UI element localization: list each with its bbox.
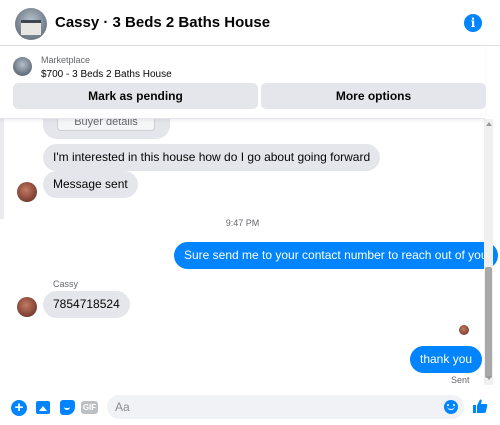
scroll-down-arrow-icon[interactable] bbox=[486, 376, 492, 380]
chat-header: Cassy · 3 Beds 2 Baths House i bbox=[0, 0, 500, 46]
emoji-icon[interactable] bbox=[444, 400, 458, 414]
scrollbar-thumb[interactable] bbox=[485, 267, 492, 378]
marketplace-label: Marketplace bbox=[41, 55, 91, 65]
contact-avatar[interactable] bbox=[15, 8, 47, 40]
buyer-details-card[interactable]: Buyer details bbox=[57, 119, 155, 131]
outgoing-message: Sure send me to your contact number to r… bbox=[174, 242, 498, 269]
delivery-status: Sent bbox=[451, 375, 470, 385]
listing-title[interactable]: $700 - 3 Beds 2 Baths House bbox=[41, 69, 172, 80]
like-icon[interactable] bbox=[472, 398, 488, 414]
sender-name: Cassy bbox=[53, 279, 79, 289]
photo-icon[interactable] bbox=[36, 401, 50, 414]
marketplace-listing-card: Marketplace $700 - 3 Beds 2 Baths House … bbox=[0, 46, 486, 119]
gif-icon[interactable]: GIF bbox=[81, 401, 98, 414]
message-input[interactable] bbox=[107, 395, 464, 419]
outgoing-message: thank you bbox=[410, 346, 483, 373]
sender-avatar[interactable] bbox=[17, 297, 37, 317]
mark-as-pending-button[interactable]: Mark as pending bbox=[13, 83, 258, 109]
more-options-button[interactable]: More options bbox=[261, 83, 486, 109]
incoming-message: I'm interested in this house how do I go… bbox=[43, 144, 381, 171]
incoming-message: 7854718524 bbox=[43, 291, 130, 318]
incoming-message: Message sent bbox=[43, 171, 138, 198]
plus-icon[interactable]: + bbox=[11, 400, 27, 416]
conversation-title[interactable]: Cassy · 3 Beds 2 Baths House bbox=[55, 14, 270, 31]
listing-thumbnail[interactable] bbox=[13, 57, 32, 76]
scroll-up-arrow-icon[interactable] bbox=[486, 122, 492, 126]
thread-scrollbar[interactable] bbox=[484, 119, 493, 385]
seen-indicator-avatar bbox=[459, 325, 469, 335]
sender-avatar[interactable] bbox=[17, 182, 37, 202]
panel-edge bbox=[0, 119, 4, 219]
buyer-details-message: Buyer details bbox=[43, 119, 170, 139]
info-icon[interactable]: i bbox=[464, 14, 482, 32]
message-timestamp: 9:47 PM bbox=[225, 218, 260, 228]
